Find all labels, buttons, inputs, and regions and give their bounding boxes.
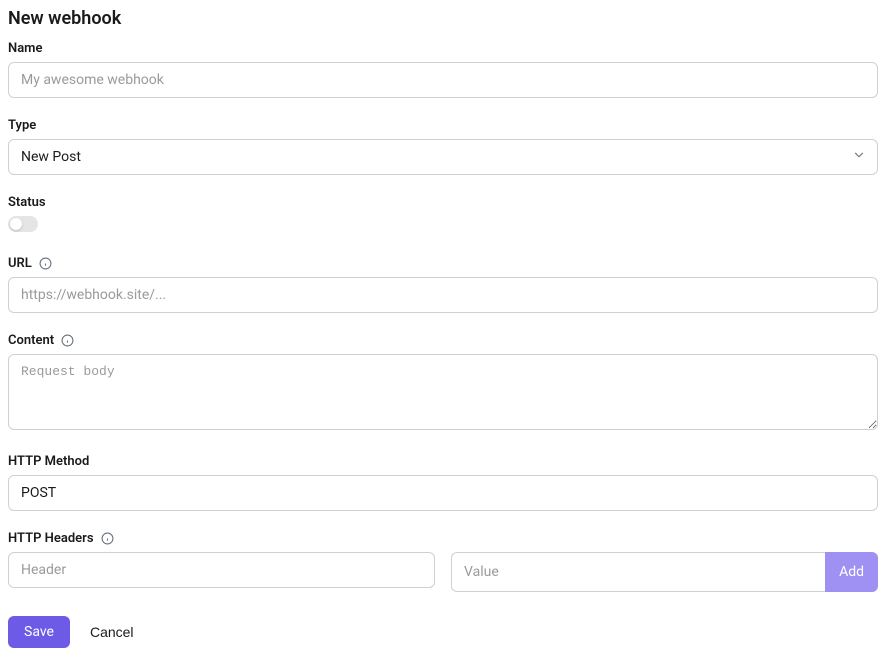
name-input[interactable] — [8, 62, 878, 98]
form-actions: Save Cancel — [8, 616, 878, 648]
cancel-button[interactable]: Cancel — [86, 616, 138, 648]
field-http-headers: HTTP Headers Add — [8, 531, 878, 592]
field-status: Status — [8, 195, 878, 236]
field-type: Type New Post — [8, 118, 878, 175]
field-http-method: HTTP Method — [8, 454, 878, 511]
field-content: Content — [8, 333, 878, 434]
content-label: Content — [8, 333, 878, 348]
info-icon[interactable] — [101, 532, 114, 545]
content-textarea[interactable] — [8, 354, 878, 430]
field-name: Name — [8, 41, 878, 98]
url-label-text: URL — [8, 256, 32, 271]
http-headers-label: HTTP Headers — [8, 531, 878, 546]
content-label-text: Content — [8, 333, 54, 348]
url-input[interactable] — [8, 277, 878, 313]
status-label: Status — [8, 195, 878, 210]
header-name-input[interactable] — [8, 552, 435, 588]
info-icon[interactable] — [39, 257, 52, 270]
url-label: URL — [8, 256, 878, 271]
toggle-knob — [10, 218, 22, 230]
http-headers-label-text: HTTP Headers — [8, 531, 94, 546]
type-select[interactable]: New Post — [8, 139, 878, 175]
status-toggle[interactable] — [8, 216, 38, 232]
save-button[interactable]: Save — [8, 616, 70, 648]
http-method-label: HTTP Method — [8, 454, 878, 469]
add-header-button[interactable]: Add — [825, 552, 878, 592]
header-value-input[interactable] — [451, 552, 825, 592]
info-icon[interactable] — [61, 334, 74, 347]
name-label: Name — [8, 41, 878, 56]
field-url: URL — [8, 256, 878, 313]
type-label: Type — [8, 118, 878, 133]
http-method-input[interactable] — [8, 475, 878, 511]
page-title: New webhook — [8, 8, 878, 29]
